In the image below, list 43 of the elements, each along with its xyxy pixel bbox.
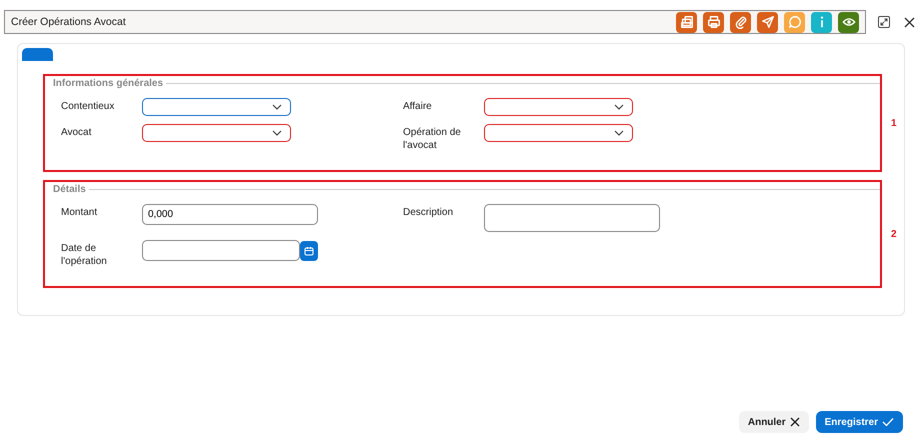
cancel-button[interactable]: Annuler: [738, 411, 809, 433]
chat-icon: [788, 15, 802, 29]
field-label: Affaire: [403, 100, 433, 113]
chevron-down-icon: [614, 130, 624, 136]
input-field[interactable]: 0,000: [142, 204, 318, 225]
save-button[interactable]: Enregistrer: [816, 411, 903, 433]
dropdown-field[interactable]: [484, 124, 633, 142]
field-label: Opération de l'avocat: [403, 126, 462, 152]
print-icon: [706, 15, 720, 29]
print-button[interactable]: [703, 12, 724, 32]
field-label: Description: [403, 206, 454, 219]
chevron-down-icon: [272, 130, 282, 136]
field-label: Montant: [61, 206, 98, 219]
field-label: Avocat: [61, 126, 92, 139]
eye-button[interactable]: [838, 12, 859, 32]
close-icon: [790, 417, 800, 427]
field-label: Date de l'opération: [61, 242, 108, 268]
paperclip-button[interactable]: [730, 12, 751, 32]
documents-icon: [680, 15, 694, 29]
window-title: Créer Opérations Avocat: [11, 16, 126, 28]
date-field[interactable]: [142, 240, 300, 261]
annotation-number: 2: [891, 228, 897, 240]
section-title: Informations générales: [52, 78, 164, 89]
chevron-down-icon: [614, 104, 624, 110]
paperclip-icon: [734, 15, 748, 29]
section-title: Détails: [52, 184, 86, 195]
dropdown-field[interactable]: [484, 98, 633, 116]
checkmark-icon: [882, 417, 894, 427]
dropdown-field[interactable]: [142, 124, 291, 142]
dropdown-field[interactable]: [142, 98, 291, 116]
calendar-icon: [304, 246, 314, 256]
close-icon[interactable]: [904, 16, 915, 28]
chevron-down-icon: [272, 104, 282, 110]
send-icon: [760, 15, 774, 29]
send-button[interactable]: [757, 12, 778, 32]
info-button[interactable]: [811, 12, 832, 32]
text-area[interactable]: [484, 204, 660, 232]
expand-icon[interactable]: [878, 16, 890, 28]
annotation-number: 1: [891, 118, 897, 128]
calendar-button[interactable]: [300, 240, 318, 260]
documents-button[interactable]: [676, 12, 697, 32]
tab[interactable]: [22, 48, 53, 61]
field-label: Contentieux: [61, 100, 116, 113]
